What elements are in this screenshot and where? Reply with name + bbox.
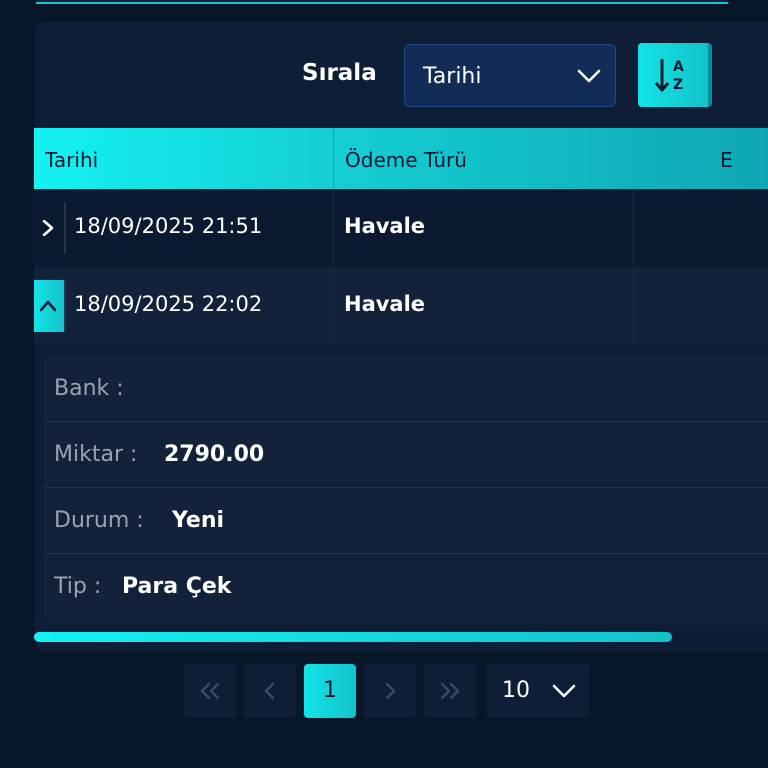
cell-date: 18/09/2025 22:02 bbox=[74, 292, 263, 316]
top-strip bbox=[36, 0, 728, 4]
page-number: 1 bbox=[323, 678, 337, 703]
previous-page-button[interactable] bbox=[244, 664, 296, 718]
first-page-button[interactable] bbox=[184, 664, 236, 718]
row-collapse-button[interactable] bbox=[34, 280, 64, 332]
row-expand-button[interactable] bbox=[34, 202, 64, 254]
expander-divider bbox=[64, 280, 66, 332]
double-chevron-left-icon bbox=[200, 682, 220, 700]
orders-panel: Sırala Tarihi A Z Tarihi Ödeme Türü E 18… bbox=[34, 22, 768, 652]
column-header-truncated[interactable]: E bbox=[720, 148, 733, 172]
detail-row-bank: Bank : bbox=[44, 356, 768, 422]
detail-label: Bank : bbox=[54, 376, 124, 401]
table-row[interactable]: 18/09/2025 22:02 Havale bbox=[34, 268, 768, 344]
expander-divider bbox=[64, 202, 66, 254]
detail-value: Yeni bbox=[172, 508, 225, 533]
double-chevron-right-icon bbox=[440, 682, 460, 700]
table-row[interactable]: 18/09/2025 21:51 Havale bbox=[34, 190, 768, 266]
table-header: Tarihi Ödeme Türü E bbox=[34, 128, 768, 189]
sort-alpha-down-icon: A Z bbox=[654, 59, 684, 93]
sort-select-value: Tarihi bbox=[423, 64, 482, 89]
column-divider bbox=[333, 128, 334, 189]
detail-label: Miktar : bbox=[54, 442, 138, 467]
chevron-right-icon bbox=[385, 682, 396, 700]
cell-payment-type: Havale bbox=[344, 214, 426, 238]
sort-direction-button[interactable]: A Z bbox=[638, 43, 712, 107]
page-size-value: 10 bbox=[502, 678, 530, 703]
detail-value: 2790.00 bbox=[164, 442, 265, 467]
column-header-payment-type[interactable]: Ödeme Türü bbox=[345, 148, 467, 172]
pagination: 1 10 bbox=[0, 664, 768, 718]
sort-bar: Sırala Tarihi A Z bbox=[34, 22, 734, 128]
row-detail-panel: Bank : Miktar : 2790.00 Durum : Yeni Tip… bbox=[44, 356, 768, 622]
detail-row-amount: Miktar : 2790.00 bbox=[44, 422, 768, 488]
horizontal-scrollbar[interactable] bbox=[34, 632, 768, 642]
scrollbar-thumb[interactable] bbox=[34, 632, 672, 642]
chevron-right-icon bbox=[42, 220, 54, 236]
column-divider bbox=[633, 268, 634, 344]
chevron-down-icon bbox=[552, 684, 576, 698]
page-size-select[interactable]: 10 bbox=[486, 664, 590, 718]
column-divider bbox=[633, 128, 634, 189]
detail-label: Tip : bbox=[54, 574, 102, 599]
svg-text:A: A bbox=[673, 59, 684, 75]
detail-row-status: Durum : Yeni bbox=[44, 488, 768, 554]
next-page-button[interactable] bbox=[364, 664, 416, 718]
sort-label: Sırala bbox=[302, 60, 377, 86]
chevron-down-icon bbox=[577, 69, 601, 83]
svg-text:Z: Z bbox=[673, 77, 683, 93]
detail-row-type: Tip : Para Çek bbox=[44, 554, 768, 620]
sort-select[interactable]: Tarihi bbox=[404, 44, 616, 107]
column-divider bbox=[333, 268, 334, 344]
detail-label: Durum : bbox=[54, 508, 144, 533]
cell-payment-type: Havale bbox=[344, 292, 426, 316]
page-button-current[interactable]: 1 bbox=[304, 664, 356, 718]
column-divider bbox=[633, 190, 634, 266]
detail-value: Para Çek bbox=[122, 574, 232, 599]
chevron-up-icon bbox=[40, 300, 56, 312]
column-divider bbox=[333, 190, 334, 266]
chevron-left-icon bbox=[264, 682, 275, 700]
cell-date: 18/09/2025 21:51 bbox=[74, 214, 263, 238]
column-header-date[interactable]: Tarihi bbox=[45, 148, 98, 172]
last-page-button[interactable] bbox=[424, 664, 476, 718]
